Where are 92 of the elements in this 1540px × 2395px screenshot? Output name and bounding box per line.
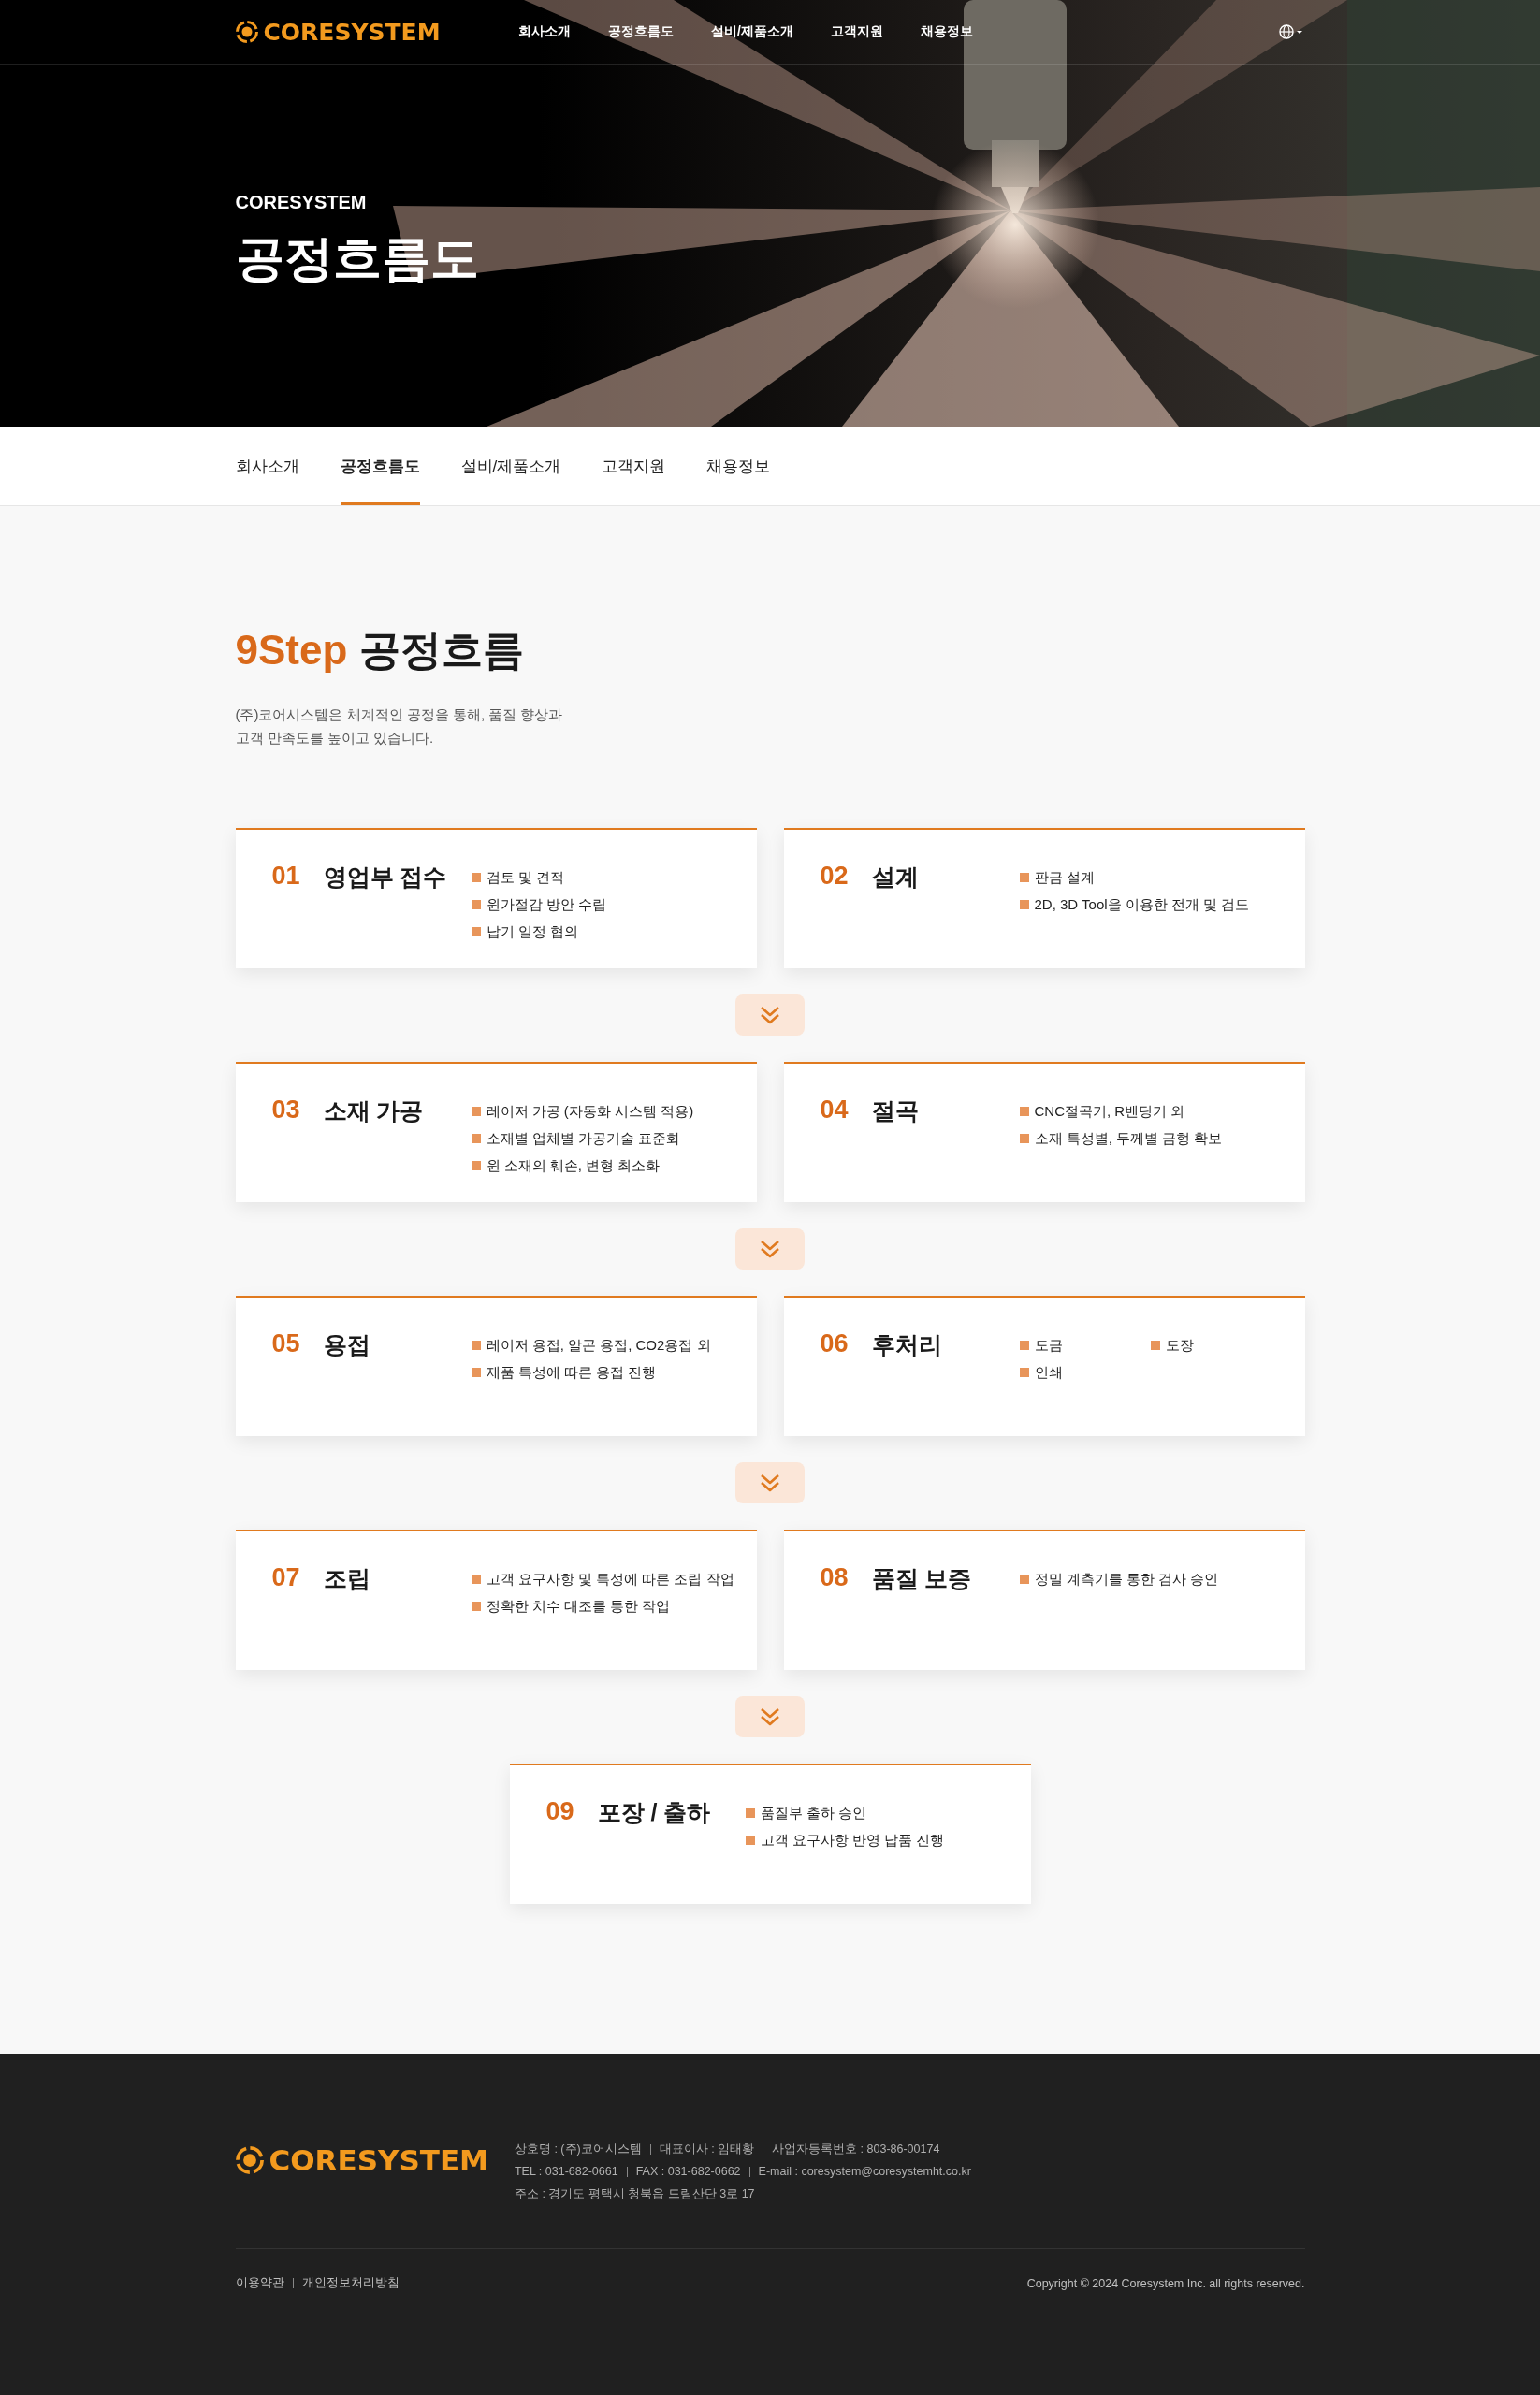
- step-title: 품질 보증: [871, 1564, 973, 1593]
- description-line: 고객 만족도를 높이고 있습니다.: [235, 729, 435, 748]
- step-item: 제품 특성에 따른 용접 진행: [486, 1363, 657, 1382]
- bullet-icon: [471, 1106, 481, 1116]
- nav-link[interactable]: 고객지원: [830, 23, 883, 40]
- subnav-tab[interactable]: 회사소개: [235, 427, 299, 505]
- step-title: 영업부 접수: [323, 863, 448, 892]
- step-item: 원 소재의 훼손, 변형 최소화: [486, 1156, 661, 1175]
- step-item: 판금 설계: [1034, 868, 1095, 887]
- step-title: 설계: [871, 863, 920, 892]
- bullet-icon: [1019, 1106, 1029, 1116]
- double-chevron-icon: [760, 1473, 780, 1492]
- step-number: 01: [271, 862, 301, 891]
- description-line: (주)코어시스템은 체계적인 공정을 통해, 품질 향상과: [235, 705, 564, 724]
- nav-link[interactable]: 채용정보: [920, 23, 973, 40]
- title-accent: 9Step: [235, 627, 348, 673]
- bullet-icon: [745, 1835, 755, 1845]
- step-number: 02: [820, 862, 850, 891]
- step-title: 후처리: [871, 1330, 943, 1359]
- bullet-icon: [471, 926, 481, 936]
- step-item: 정밀 계측기를 통한 검사 승인: [1034, 1570, 1219, 1589]
- step-item: 정확한 치수 대조를 통한 작업: [486, 1597, 671, 1616]
- gear-icon: [235, 21, 258, 43]
- company-info: 주소 : 경기도 평택시 청북읍 드림산단 3로 17: [514, 2186, 755, 2202]
- step-item: 레이저 용접, 알곤 용접, CO2용접 외: [486, 1336, 711, 1355]
- step-number: 04: [820, 1096, 850, 1125]
- step-title: 소재 가공: [323, 1096, 425, 1125]
- hero-title: 공정흐름도: [235, 230, 480, 287]
- company-info: 사업자등록번호 : 803-86-00174: [763, 2143, 940, 2155]
- bullet-icon: [1019, 1574, 1029, 1584]
- step-number: 06: [820, 1329, 850, 1358]
- step-item: 고객 요구사항 반영 납품 진행: [760, 1831, 945, 1850]
- step-item: 도장: [1165, 1336, 1194, 1355]
- double-chevron-icon: [760, 1707, 780, 1726]
- step-item: 도금: [1034, 1336, 1063, 1355]
- double-chevron-icon: [760, 1006, 780, 1024]
- globe-icon[interactable]: [1278, 23, 1305, 40]
- bullet-icon: [1019, 899, 1029, 909]
- bullet-icon: [471, 1160, 481, 1170]
- step-item: 원가절감 방안 수립: [486, 895, 606, 914]
- nav-link[interactable]: 설비/제품소개: [710, 23, 793, 40]
- subnav-tab[interactable]: 설비/제품소개: [460, 427, 561, 505]
- bullet-icon: [471, 899, 481, 909]
- company-info: 대표이사 : 임태황: [649, 2143, 755, 2155]
- subnav-tab[interactable]: 고객지원: [602, 427, 666, 505]
- bullet-icon: [1019, 1133, 1029, 1143]
- company-info: FAX : 031-682-0662: [626, 2166, 741, 2177]
- nav-link[interactable]: 공정흐름도: [607, 23, 674, 40]
- step-item: 레이저 가공 (자동화 시스템 적용): [486, 1102, 694, 1121]
- copyright: Copyright © 2024 Coresystem Inc. all rights reserved.: [1026, 2276, 1305, 2290]
- footer-logo-text[interactable]: CORESYSTEM: [269, 2143, 488, 2177]
- step-item: 납기 일정 협의: [486, 922, 578, 941]
- bullet-icon: [1019, 1340, 1029, 1350]
- bullet-icon: [1019, 1367, 1029, 1377]
- step-item: 소재별 업체별 가공기술 표준화: [486, 1129, 680, 1148]
- step-number: 05: [271, 1329, 301, 1358]
- step-item: 품질부 출하 승인: [760, 1804, 866, 1822]
- step-item: 검토 및 견적: [486, 868, 564, 887]
- bullet-icon: [471, 872, 481, 882]
- step-number: 03: [271, 1096, 301, 1125]
- step-item: 고객 요구사항 및 특성에 따른 조립 작업: [486, 1570, 734, 1589]
- footer-link[interactable]: 개인정보처리방침: [292, 2278, 400, 2288]
- step-item: CNC절곡기, R벤딩기 외: [1034, 1102, 1185, 1121]
- bullet-icon: [1019, 872, 1029, 882]
- step-item: 인쇄: [1034, 1363, 1063, 1382]
- section-title: 공정흐름: [357, 627, 524, 673]
- step-item: 소재 특성별, 두께별 금형 확보: [1034, 1129, 1223, 1148]
- step-title: 조립: [323, 1564, 371, 1593]
- company-info: E-mail : coresystem@coresystemht.co.kr: [748, 2166, 971, 2177]
- logo-text[interactable]: CORESYSTEM: [263, 18, 441, 46]
- bullet-icon: [471, 1601, 481, 1611]
- company-info: TEL : 031-682-0661: [514, 2164, 618, 2180]
- bullet-icon: [471, 1133, 481, 1143]
- step-title: 용접: [323, 1330, 371, 1359]
- bullet-icon: [471, 1340, 481, 1350]
- bullet-icon: [745, 1807, 755, 1818]
- bullet-icon: [471, 1574, 481, 1584]
- gear-icon: [235, 2146, 264, 2174]
- step-item: 2D, 3D Tool을 이용한 전개 및 검도: [1034, 895, 1250, 914]
- step-title: 절곡: [871, 1096, 920, 1125]
- hero-subtitle: CORESYSTEM: [235, 192, 368, 213]
- bullet-icon: [1150, 1340, 1160, 1350]
- subnav-tab[interactable]: 채용정보: [706, 427, 771, 505]
- step-number: 08: [820, 1563, 850, 1592]
- footer-link[interactable]: 이용약관: [235, 2275, 284, 2291]
- nav-link[interactable]: 회사소개: [517, 23, 571, 40]
- double-chevron-icon: [760, 1240, 780, 1258]
- company-info: 상호명 : (주)코어시스템: [514, 2141, 642, 2157]
- bullet-icon: [471, 1367, 481, 1377]
- step-title: 포장 / 출하: [597, 1798, 712, 1827]
- step-number: 07: [271, 1563, 301, 1592]
- step-number: 09: [545, 1797, 575, 1826]
